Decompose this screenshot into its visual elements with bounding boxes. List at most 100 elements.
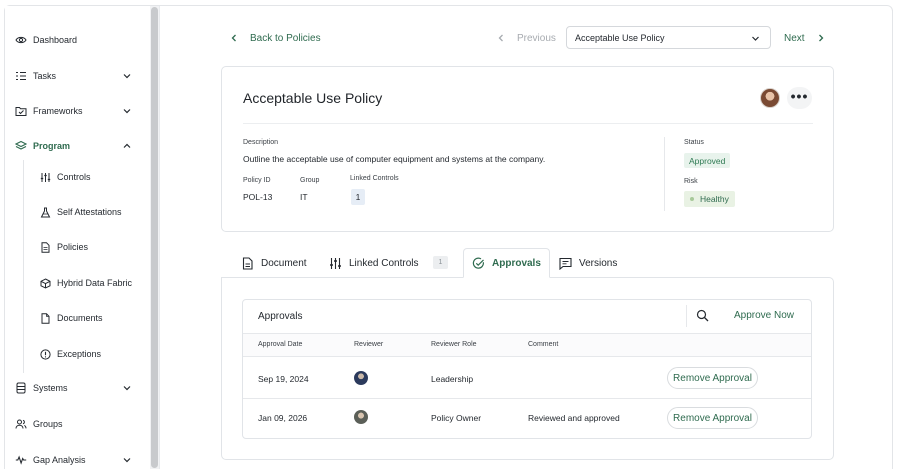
sidebar-item-label: Dashboard <box>33 35 78 45</box>
remove-approval-button[interactable]: Remove Approval <box>667 367 758 389</box>
sidebar-item-tasks[interactable]: Tasks <box>15 66 140 86</box>
tab-label: Document <box>261 257 307 269</box>
tab-document[interactable]: Document <box>241 250 307 276</box>
vertical-divider <box>664 137 665 211</box>
submenu-guide-line <box>23 160 24 373</box>
sidebar-subitem-label: Exceptions <box>57 349 102 359</box>
reviewer-avatar[interactable] <box>354 371 368 385</box>
sliders-icon <box>329 257 342 270</box>
more-options-button[interactable]: ••• <box>787 87 812 109</box>
sidebar-subitem-label: Self Attestations <box>57 207 122 217</box>
status-badge: Approved <box>684 153 731 168</box>
sidebar-item-label: Systems <box>33 383 68 393</box>
more-horizontal-icon: ••• <box>790 88 809 104</box>
row-divider <box>243 398 811 399</box>
card-divider <box>243 123 813 124</box>
row-2-reviewer-role: Policy Owner <box>431 413 482 423</box>
column-header-reviewer[interactable]: Reviewer <box>354 341 383 348</box>
row-1-reviewer-role: Leadership <box>431 374 474 384</box>
next-label: Next <box>784 32 805 44</box>
chevron-down-icon <box>752 36 759 41</box>
chevron-down-icon <box>123 74 131 79</box>
policy-id-value: POL-13 <box>243 192 273 202</box>
risk-value: Healthy <box>700 194 729 204</box>
approve-now-button[interactable]: Approve Now <box>734 310 794 321</box>
check-circle-icon <box>472 257 485 270</box>
selected-policy-value: Acceptable Use Policy <box>575 32 665 43</box>
status-label: Status <box>684 139 704 146</box>
toolbar-divider <box>686 305 687 327</box>
linked-controls-label: Linked Controls <box>350 175 399 182</box>
sidebar-subitem-controls[interactable]: Controls <box>40 167 145 187</box>
back-to-policies-link[interactable]: Back to Policies <box>230 30 321 46</box>
row-2-comment: Reviewed and approved <box>528 413 620 423</box>
scrollbar-thumb[interactable] <box>151 7 158 468</box>
column-header-comment[interactable]: Comment <box>528 341 558 348</box>
folder-check-icon <box>15 105 27 117</box>
sidebar-subitem-policies[interactable]: Policies <box>40 237 145 257</box>
document-icon <box>241 256 254 270</box>
chevron-left-icon <box>231 34 236 42</box>
tab-label: Versions <box>579 257 618 269</box>
sidebar-subitem-self-attestations[interactable]: Self Attestations <box>40 202 145 222</box>
sidebar-item-label: Tasks <box>33 71 57 81</box>
document-icon <box>40 241 51 253</box>
approvals-title: Approvals <box>258 311 303 322</box>
chevron-up-icon <box>123 143 131 148</box>
tab-label: Approvals <box>492 257 541 269</box>
tab-versions[interactable]: Versions <box>559 250 617 276</box>
policy-select-dropdown[interactable]: Acceptable Use Policy <box>566 26 771 49</box>
sidebar-subitem-label: Hybrid Data Fabric <box>57 278 133 288</box>
message-square-icon <box>559 257 572 270</box>
previous-button[interactable]: Previous <box>497 30 556 46</box>
sidebar-item-systems[interactable]: Systems <box>15 378 140 398</box>
previous-label: Previous <box>517 32 556 44</box>
sidebar-item-label: Groups <box>33 419 63 429</box>
sliders-icon <box>40 172 51 183</box>
database-icon <box>15 382 27 394</box>
eye-icon <box>15 34 27 46</box>
page-title: Acceptable Use Policy <box>243 90 383 106</box>
group-label: Group <box>300 177 320 184</box>
sidebar-item-groups[interactable]: Groups <box>15 414 140 434</box>
policy-details-card: Acceptable Use Policy ••• Description Ou… <box>221 66 834 232</box>
sidebar-subitem-exceptions[interactable]: Exceptions <box>40 344 145 364</box>
sidebar-subitem-label: Documents <box>57 313 103 323</box>
back-label: Back to Policies <box>250 32 321 44</box>
description-label: Description <box>243 139 279 146</box>
column-header-reviewer-role[interactable]: Reviewer Role <box>431 341 477 348</box>
tab-approvals[interactable]: Approvals <box>463 248 550 278</box>
risk-label: Risk <box>684 178 698 185</box>
search-icon[interactable] <box>696 309 709 322</box>
tab-label: Linked Controls <box>349 257 419 269</box>
owner-avatar[interactable] <box>760 88 780 108</box>
flask-icon <box>40 207 51 218</box>
sidebar-item-dashboard[interactable]: Dashboard <box>15 30 140 50</box>
linked-controls-count[interactable]: 1 <box>351 189 365 205</box>
sidebar-scrollbar[interactable] <box>150 6 159 469</box>
sidebar-item-gap-analysis[interactable]: Gap Analysis <box>15 450 140 469</box>
column-header-approval-date[interactable]: Approval Date <box>258 341 302 348</box>
chevron-down-icon <box>123 109 131 114</box>
list-icon <box>15 70 27 82</box>
sidebar-subitem-hybrid-data-fabric[interactable]: Hybrid Data Fabric <box>40 273 145 293</box>
sidebar-subitem-documents[interactable]: Documents <box>40 308 145 328</box>
sidebar-subitem-label: Controls <box>57 172 91 182</box>
chevron-down-icon <box>123 386 131 391</box>
sidebar-item-frameworks[interactable]: Frameworks <box>15 101 140 121</box>
pulse-icon <box>15 454 27 466</box>
next-button[interactable]: Next <box>784 30 825 46</box>
tab-linked-controls[interactable]: Linked Controls <box>329 250 418 276</box>
group-value: IT <box>300 192 308 202</box>
users-icon <box>15 418 27 430</box>
sidebar-item-program[interactable]: Program <box>15 136 140 156</box>
sidebar-subitem-label: Policies <box>57 242 89 252</box>
reviewer-avatar[interactable] <box>354 410 368 424</box>
row-1-approval-date: Sep 19, 2024 <box>258 374 309 384</box>
row-2-approval-date: Jan 09, 2026 <box>258 413 308 423</box>
linked-controls-tab-count: 1 <box>433 256 448 269</box>
chevron-down-icon <box>123 458 131 463</box>
layers-icon <box>15 140 27 152</box>
sidebar-item-label: Frameworks <box>33 106 83 116</box>
remove-approval-button[interactable]: Remove Approval <box>667 407 758 429</box>
